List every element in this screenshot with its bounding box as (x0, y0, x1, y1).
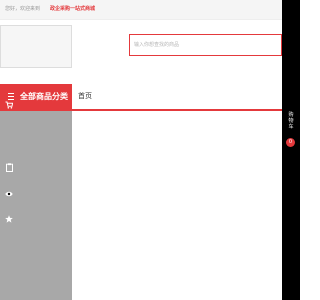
right-toolbar (282, 0, 300, 300)
cart-count-badge: 0 (286, 138, 295, 147)
nav-home-link[interactable]: 首页 (78, 92, 92, 101)
clipboard-icon[interactable] (0, 163, 18, 172)
all-categories-label: 全部商品分类 (20, 92, 68, 101)
star-icon[interactable] (0, 215, 18, 223)
site-logo[interactable] (0, 25, 72, 68)
greeting-text: 您好，欢迎来到 (5, 6, 41, 12)
search-box (129, 34, 282, 56)
cart-label[interactable]: 购 物 车 (282, 112, 300, 130)
user-icon[interactable] (0, 73, 18, 81)
menu-icon (8, 93, 14, 100)
eye-icon[interactable] (0, 191, 18, 197)
promo-link[interactable]: 政企采购一站式商城 (50, 6, 95, 13)
category-panel (0, 111, 72, 300)
search-input[interactable] (130, 35, 281, 55)
cart-icon[interactable] (0, 101, 18, 109)
cart-label-char: 车 (288, 124, 294, 130)
nav-divider (72, 109, 282, 111)
top-bar: 您好，欢迎来到 政企采购一站式商城 (0, 0, 282, 20)
